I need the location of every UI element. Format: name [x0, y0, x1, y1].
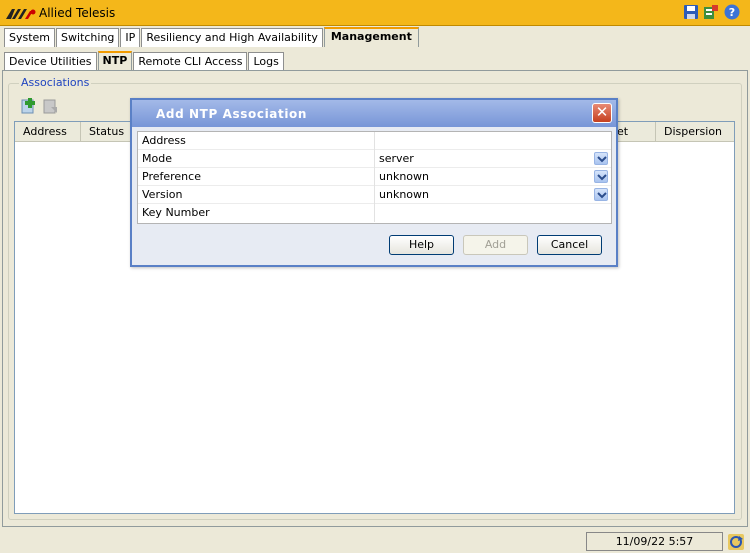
preference-select[interactable]: unknown [375, 168, 611, 186]
cancel-button[interactable]: Cancel [537, 235, 602, 255]
column-header-dispersion[interactable]: Dispersion [656, 122, 734, 142]
mode-label: Mode [138, 150, 375, 168]
status-bar: 11/09/22 5:57 [0, 531, 750, 553]
tab-system[interactable]: System [4, 28, 56, 47]
status-datetime: 11/09/22 5:57 [586, 532, 723, 551]
tab-remote-cli-access[interactable]: Remote CLI Access [133, 52, 248, 71]
version-value: unknown [379, 188, 429, 201]
add-icon[interactable] [20, 98, 36, 114]
chevron-down-icon[interactable] [594, 188, 608, 201]
preference-value: unknown [379, 170, 429, 183]
app-titlebar: Allied Telesis ? [0, 0, 750, 26]
associations-legend: Associations [19, 76, 92, 89]
form-row-preference: Preference unknown [138, 168, 611, 186]
dialog-titlebar[interactable]: Add NTP Association ✕ [132, 100, 616, 127]
main-tab-bar: System Switching IP Resiliency and High … [4, 27, 420, 47]
version-select[interactable]: unknown [375, 186, 611, 204]
tab-logs[interactable]: Logs [248, 52, 284, 71]
config-icon[interactable] [703, 4, 719, 20]
key-number-field[interactable] [375, 204, 611, 222]
refresh-icon[interactable] [728, 534, 744, 550]
save-icon[interactable] [683, 4, 699, 20]
preference-label: Preference [138, 168, 375, 186]
chevron-down-icon[interactable] [594, 170, 608, 183]
column-header-address[interactable]: Address [15, 122, 81, 142]
add-ntp-association-dialog: Add NTP Association ✕ Address Mode serve… [130, 98, 618, 267]
tab-switching[interactable]: Switching [56, 28, 120, 47]
form-row-version: Version unknown [138, 186, 611, 204]
tab-management[interactable]: Management [323, 27, 419, 47]
tab-resiliency[interactable]: Resiliency and High Availability [141, 28, 323, 47]
help-button[interactable]: Help [389, 235, 454, 255]
tab-ntp[interactable]: NTP [97, 51, 133, 71]
tab-device-utilities[interactable]: Device Utilities [4, 52, 97, 71]
address-field[interactable] [375, 132, 611, 150]
add-button[interactable]: Add [463, 235, 528, 255]
form-row-key-number: Key Number [138, 204, 611, 222]
app-title: Allied Telesis [39, 6, 116, 20]
mode-value: server [379, 152, 414, 165]
allied-telesis-logo [6, 9, 36, 19]
svg-text:?: ? [729, 6, 735, 19]
form-row-address: Address [138, 132, 611, 150]
dialog-title: Add NTP Association [156, 107, 308, 121]
address-label: Address [138, 132, 375, 150]
column-header-offset[interactable]: et [613, 122, 656, 142]
version-label: Version [138, 186, 375, 204]
tab-ip[interactable]: IP [120, 28, 141, 47]
sub-tab-bar: Device Utilities NTP Remote CLI Access L… [4, 51, 285, 71]
close-icon[interactable]: ✕ [592, 103, 612, 123]
delete-icon [43, 99, 57, 114]
help-icon[interactable]: ? [724, 4, 740, 20]
mode-select[interactable]: server [375, 150, 611, 168]
association-form: Address Mode server Preference unknown V… [137, 131, 612, 224]
key-number-label: Key Number [138, 204, 375, 222]
form-row-mode: Mode server [138, 150, 611, 168]
chevron-down-icon[interactable] [594, 152, 608, 165]
